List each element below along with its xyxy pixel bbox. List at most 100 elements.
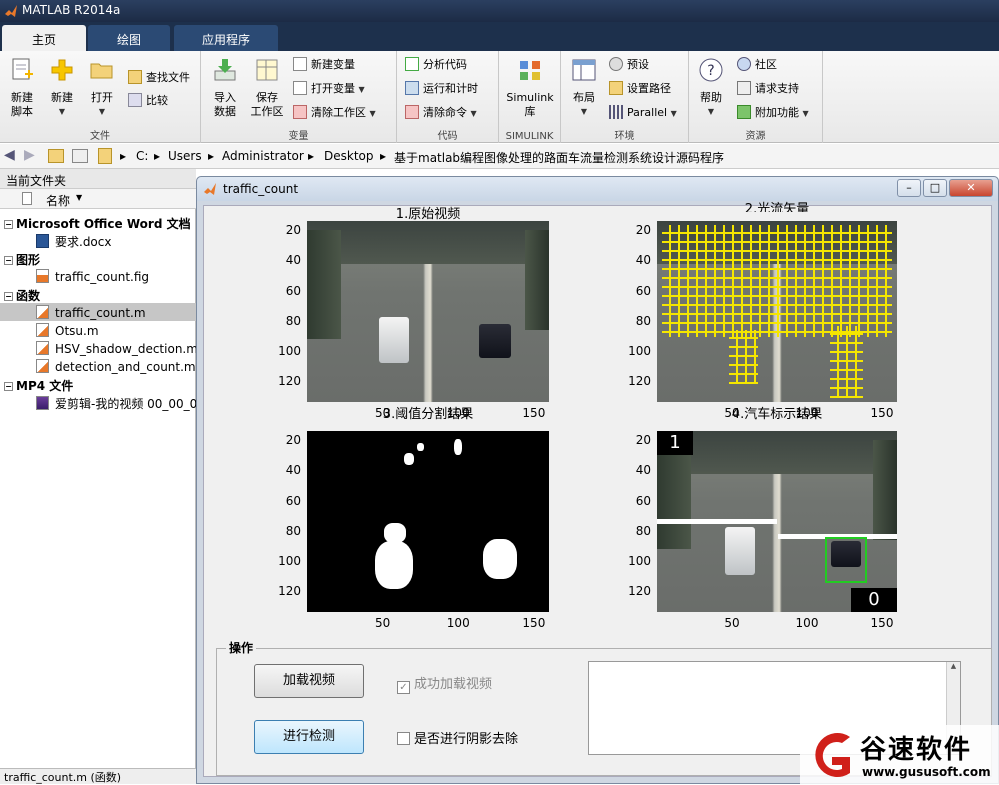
back-arrow-icon[interactable]: ◀ bbox=[4, 147, 15, 163]
help-icon: ? bbox=[699, 58, 723, 82]
chevron-down-icon: ▼ bbox=[98, 107, 106, 116]
layout-button[interactable]: 布局 ▼ bbox=[567, 57, 601, 119]
set-path-button[interactable]: 设置路径 bbox=[609, 79, 671, 99]
preferences-label: 预设 bbox=[627, 58, 649, 71]
import-data-button[interactable]: 导入 数据 bbox=[207, 57, 243, 119]
variable-group-label: 变量 bbox=[288, 131, 309, 142]
load-video-button[interactable]: 加载视频 bbox=[254, 664, 364, 698]
community-button[interactable]: 社区 bbox=[737, 55, 777, 75]
forward-arrow-icon[interactable]: ▶ bbox=[24, 147, 35, 163]
x-tick-label: 50 bbox=[374, 406, 391, 420]
gear-icon bbox=[609, 57, 623, 71]
help-label: 帮助 bbox=[700, 91, 722, 104]
sort-arrow-icon: ▼ bbox=[76, 193, 83, 202]
y-tick-label: 120 bbox=[628, 584, 651, 598]
video-loaded-label: 成功加载视频 bbox=[414, 677, 493, 692]
tab-apps[interactable]: 应用程序 bbox=[174, 25, 278, 51]
run-and-time-button[interactable]: 运行和计时 bbox=[405, 79, 478, 99]
analyze-code-button[interactable]: 分析代码 bbox=[405, 55, 467, 75]
scroll-up-icon[interactable]: ▲ bbox=[947, 662, 960, 670]
file-item[interactable]: traffic_count.m bbox=[36, 305, 146, 323]
new-button[interactable]: 新建 ▼ bbox=[44, 57, 80, 119]
folder-icon bbox=[98, 148, 112, 164]
browse-folder-icon[interactable] bbox=[72, 149, 88, 163]
chevron-down-icon: ▼ bbox=[707, 107, 715, 116]
detect-button[interactable]: 进行检测 bbox=[254, 720, 364, 754]
name-column-header[interactable]: 名称 ▼ bbox=[0, 189, 196, 209]
up-folder-icon[interactable] bbox=[48, 149, 64, 163]
shadow-removal-label: 是否进行阴影去除 bbox=[414, 732, 519, 747]
video-file-icon bbox=[36, 396, 49, 410]
simulink-icon bbox=[520, 61, 540, 80]
new-script-label: 新建 脚本 bbox=[11, 91, 33, 118]
tab-home[interactable]: 主页 bbox=[2, 25, 86, 51]
save-workspace-label: 保存 工作区 bbox=[250, 91, 284, 118]
tab-plots[interactable]: 绘图 bbox=[88, 25, 170, 51]
request-support-button[interactable]: 请求支持 bbox=[737, 79, 799, 99]
clear-commands-button[interactable]: 清除命令 ▼ bbox=[405, 103, 477, 123]
file-item[interactable]: 爱剪辑-我的视频 00_00_0 bbox=[36, 395, 197, 413]
m-file-icon bbox=[36, 341, 49, 355]
collapse-toggle-icon[interactable]: − bbox=[4, 220, 13, 229]
y-tick-label: 80 bbox=[285, 523, 301, 538]
collapse-toggle-icon[interactable]: − bbox=[4, 382, 13, 391]
new-script-button[interactable]: 新建 脚本 bbox=[4, 57, 40, 119]
y-tick-label: 100 bbox=[628, 343, 651, 358]
minimize-button[interactable]: – bbox=[897, 179, 921, 197]
new-variable-button[interactable]: 新建变量 bbox=[293, 55, 355, 75]
file-item[interactable]: 要求.docx bbox=[36, 233, 111, 251]
file-item[interactable]: detection_and_count.m bbox=[36, 359, 196, 377]
m-file-icon bbox=[36, 323, 49, 337]
collapse-toggle-icon[interactable]: − bbox=[4, 292, 13, 301]
y-tick-label: 20 bbox=[285, 223, 301, 238]
breadcrumb-drive[interactable]: C: bbox=[136, 149, 148, 163]
group-word-docs[interactable]: − Microsoft Office Word 文档 bbox=[4, 215, 191, 233]
x-tick-label: 100 bbox=[795, 406, 819, 420]
compare-button[interactable]: 比较 bbox=[128, 91, 168, 111]
open-variable-button[interactable]: 打开变量 ▼ bbox=[293, 79, 365, 99]
close-button[interactable]: ✕ bbox=[949, 179, 993, 197]
open-button[interactable]: 打开 ▼ bbox=[84, 57, 120, 119]
x-tick-label: 150 bbox=[870, 406, 894, 420]
breadcrumb-administrator[interactable]: Administrator bbox=[222, 149, 304, 163]
maximize-button[interactable]: □ bbox=[923, 179, 947, 197]
help-button[interactable]: ? 帮助 ▼ bbox=[695, 57, 727, 119]
file-item[interactable]: traffic_count.fig bbox=[36, 269, 149, 287]
simulink-group: Simulink 库 SIMULINK bbox=[499, 51, 561, 143]
x-tick-label: 50 bbox=[724, 616, 740, 630]
find-files-button[interactable]: 查找文件 bbox=[128, 68, 190, 88]
name-column-label: 名称 bbox=[46, 194, 71, 208]
y-tick-label: 20 bbox=[285, 433, 301, 448]
breadcrumb-users[interactable]: Users bbox=[168, 149, 202, 163]
collapse-toggle-icon[interactable]: − bbox=[4, 256, 13, 265]
parallel-button[interactable]: Parallel ▼ bbox=[609, 103, 677, 123]
m-file-icon bbox=[36, 305, 49, 319]
find-files-label: 查找文件 bbox=[146, 71, 190, 84]
x-tick-label: 150 bbox=[522, 406, 546, 420]
shadow-removal-checkbox[interactable]: 是否进行阴影去除 bbox=[397, 728, 518, 747]
current-folder-panel: 当前文件夹 名称 ▼ − Microsoft Office Word 文档 要求.… bbox=[0, 169, 198, 784]
y-tick-label: 100 bbox=[278, 553, 301, 568]
compare-icon bbox=[128, 93, 142, 107]
simulink-library-button[interactable]: Simulink 库 bbox=[503, 57, 557, 119]
svg-text:?: ? bbox=[707, 63, 714, 79]
breadcrumb-desktop[interactable]: Desktop bbox=[324, 149, 374, 163]
file-item[interactable]: Otsu.m bbox=[36, 323, 99, 341]
preferences-button[interactable]: 预设 bbox=[609, 55, 649, 75]
clear-workspace-button[interactable]: 清除工作区 ▼ bbox=[293, 103, 376, 123]
save-workspace-button[interactable]: 保存 工作区 bbox=[247, 57, 287, 119]
save-workspace-icon bbox=[256, 59, 278, 81]
group-figures[interactable]: − 图形 bbox=[4, 251, 40, 269]
addons-button[interactable]: 附加功能 ▼ bbox=[737, 103, 809, 123]
chevron-down-icon: ▼ bbox=[670, 109, 677, 118]
simulink-label: Simulink 库 bbox=[506, 91, 554, 118]
fig-file-icon bbox=[36, 269, 49, 283]
group-mp4[interactable]: − MP4 文件 bbox=[4, 377, 73, 395]
chevron-down-icon: ▼ bbox=[580, 107, 588, 116]
code-group-label: 代码 bbox=[437, 131, 458, 142]
group-functions[interactable]: − 函数 bbox=[4, 287, 40, 305]
video-loaded-checkbox[interactable]: ✓ 成功加载视频 bbox=[397, 673, 492, 694]
breadcrumb-project-folder[interactable]: 基于matlab编程图像处理的路面车流量检测系统设计源码程序 bbox=[394, 149, 724, 166]
file-item[interactable]: HSV_shadow_dection.m bbox=[36, 341, 198, 359]
status-bar: traffic_count.m (函数) bbox=[0, 768, 196, 784]
